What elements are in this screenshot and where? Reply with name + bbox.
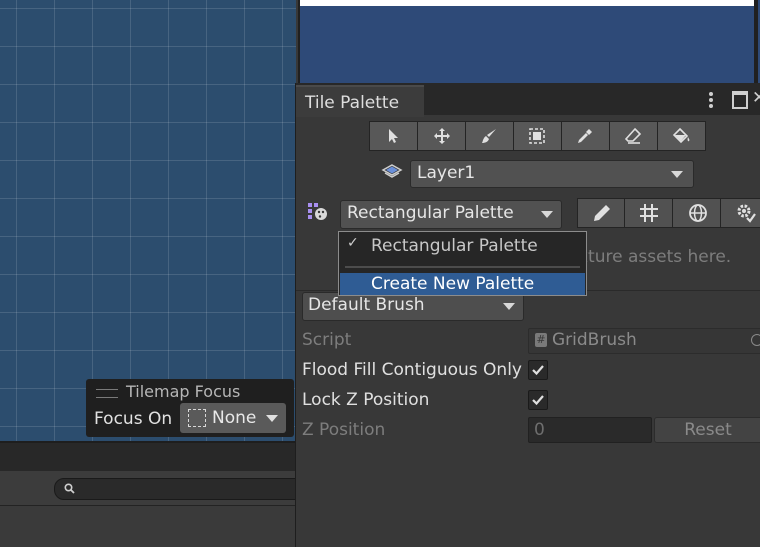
layers-icon bbox=[381, 164, 403, 178]
palette-icon bbox=[308, 203, 327, 220]
window-tabbar: Tile Palette ✕ bbox=[296, 83, 760, 117]
focus-on-label: Focus On bbox=[94, 409, 173, 429]
select-tool-button[interactable] bbox=[369, 121, 418, 151]
menu-item-label: Create New Palette bbox=[371, 274, 535, 294]
gizmo-icon bbox=[689, 204, 707, 222]
menu-item-rectangular-palette[interactable]: ✓ Rectangular Palette bbox=[339, 232, 586, 260]
grid-icon bbox=[640, 204, 658, 222]
menu-separator bbox=[345, 266, 580, 268]
palette-dropdown[interactable]: Rectangular Palette bbox=[340, 200, 562, 229]
chevron-down-icon bbox=[503, 303, 515, 310]
tool-bar bbox=[369, 121, 706, 151]
game-view bbox=[298, 0, 760, 84]
z-position-value: 0 bbox=[534, 420, 545, 440]
layer-dropdown[interactable]: Layer1 bbox=[410, 160, 694, 188]
more-options-icon[interactable] bbox=[704, 91, 718, 109]
erase-tool-button[interactable] bbox=[609, 121, 658, 151]
brush-value: Default Brush bbox=[308, 295, 425, 315]
search-icon bbox=[64, 483, 75, 494]
settings-icon bbox=[737, 204, 756, 223]
focus-on-dropdown[interactable]: None bbox=[180, 403, 286, 433]
edit-icon bbox=[594, 205, 610, 221]
bucket-fill-icon bbox=[672, 127, 690, 144]
focus-on-value: None bbox=[212, 408, 257, 428]
lock-z-label: Lock Z Position bbox=[302, 390, 430, 410]
overlay-title: Tilemap Focus bbox=[126, 382, 241, 401]
none-icon bbox=[188, 409, 206, 427]
palette-hint-text: xture assets here. bbox=[578, 247, 732, 267]
script-label: Script bbox=[302, 330, 352, 350]
move-icon bbox=[434, 128, 450, 144]
toggle-gizmos-button[interactable] bbox=[672, 198, 722, 228]
tilemap-focus-overlay: Tilemap Focus Focus On None bbox=[86, 379, 294, 437]
script-field[interactable]: # GridBrush bbox=[528, 328, 760, 354]
edit-palette-button[interactable] bbox=[577, 198, 627, 228]
close-icon[interactable]: ✕ bbox=[752, 88, 760, 108]
script-value: GridBrush bbox=[552, 330, 637, 350]
reset-button[interactable]: Reset bbox=[654, 417, 760, 443]
select-icon bbox=[389, 129, 398, 143]
fill-tool-button[interactable] bbox=[657, 121, 706, 151]
maximize-icon[interactable] bbox=[732, 91, 748, 109]
eraser-icon bbox=[624, 127, 642, 144]
check-icon: ✓ bbox=[347, 235, 359, 251]
lock-z-checkbox[interactable] bbox=[528, 390, 548, 410]
paint-tool-button[interactable] bbox=[465, 121, 514, 151]
eyedropper-icon bbox=[578, 129, 592, 143]
box-fill-tool-button[interactable] bbox=[513, 121, 562, 151]
chevron-down-icon bbox=[671, 171, 683, 178]
brush-dropdown[interactable]: Default Brush bbox=[302, 292, 524, 321]
palette-menu: ✓ Rectangular Palette Create New Palette bbox=[338, 231, 587, 296]
menu-item-create-new-palette[interactable]: Create New Palette bbox=[340, 273, 585, 295]
z-position-field[interactable]: 0 bbox=[528, 417, 652, 443]
menu-item-label: Rectangular Palette bbox=[371, 236, 538, 256]
object-picker-icon[interactable] bbox=[751, 334, 760, 346]
palette-settings-button[interactable] bbox=[720, 198, 760, 228]
paintbrush-icon bbox=[482, 129, 496, 143]
reset-label: Reset bbox=[684, 420, 732, 440]
layer-value: Layer1 bbox=[417, 163, 476, 183]
tab-tile-palette[interactable]: Tile Palette bbox=[296, 85, 424, 117]
tab-label: Tile Palette bbox=[305, 93, 400, 113]
checkmark-icon bbox=[532, 365, 544, 376]
scene-view[interactable] bbox=[0, 0, 296, 441]
palette-value: Rectangular Palette bbox=[347, 203, 514, 223]
flood-fill-label: Flood Fill Contiguous Only bbox=[302, 360, 522, 380]
chevron-down-icon bbox=[266, 415, 278, 422]
move-tool-button[interactable] bbox=[417, 121, 466, 151]
drag-handle-icon[interactable] bbox=[96, 389, 118, 398]
script-icon: # bbox=[535, 333, 547, 347]
box-fill-icon bbox=[529, 128, 545, 144]
search-input[interactable] bbox=[54, 478, 301, 500]
toggle-grid-button[interactable] bbox=[624, 198, 674, 228]
tile-palette-window: Tile Palette ✕ Layer1 Rectangular Palett… bbox=[295, 83, 760, 547]
picker-tool-button[interactable] bbox=[561, 121, 610, 151]
flood-fill-checkbox[interactable] bbox=[528, 360, 548, 380]
z-position-label: Z Position bbox=[302, 420, 386, 440]
chevron-down-icon bbox=[541, 211, 553, 218]
checkmark-icon bbox=[532, 395, 544, 406]
